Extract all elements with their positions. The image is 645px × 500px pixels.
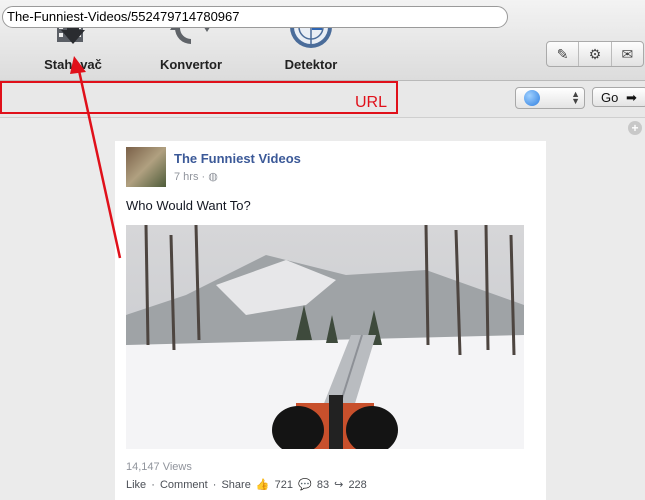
stahovac-label: Stahovač [44, 57, 102, 72]
separator-dot: · [151, 479, 155, 491]
likes-count[interactable]: 721 [275, 479, 293, 491]
select-arrows-icon: ▲ ▼ [571, 89, 580, 106]
arrow-right-icon: ➡ [625, 90, 637, 105]
like-link[interactable]: Like [126, 479, 146, 491]
separator-dot: · [212, 479, 217, 491]
video-frame-image [126, 225, 524, 449]
video-player[interactable] [126, 225, 524, 449]
share-link[interactable]: Share [221, 479, 250, 491]
go-label: Go [601, 90, 619, 105]
format-select[interactable]: ▲ ▼ [515, 87, 585, 109]
url-input[interactable]: The-Funniest-Videos/552479714780967 [2, 6, 508, 28]
post-actions: Like · Comment · Share 👍 721 💬 83 ↪ 228 [126, 478, 369, 491]
url-annotation-box [0, 81, 398, 114]
comments-count[interactable]: 83 [317, 479, 329, 491]
comment-bubble-icon: 💬 [298, 479, 312, 491]
add-tab-icon[interactable]: + [628, 121, 642, 135]
share-arrow-icon: ↪ [334, 479, 344, 491]
detektor-label: Detektor [284, 57, 338, 72]
konvertor-label: Konvertor [159, 57, 223, 72]
mini-button-group: ✎ ⚙ ✉ [546, 41, 644, 67]
user-settings-icon[interactable]: ✎ [547, 42, 578, 66]
view-count: 14,147 Views [126, 461, 192, 473]
comment-link[interactable]: Comment [160, 479, 208, 491]
thumbs-up-icon: 👍 [255, 479, 270, 491]
shares-count[interactable]: 228 [348, 479, 366, 491]
page-name-link[interactable]: The Funniest Videos [174, 151, 301, 166]
gear-icon[interactable]: ⚙ [578, 42, 610, 66]
post-time-text: 7 hrs · [174, 171, 206, 183]
url-annotation-label: URL [355, 94, 388, 111]
chat-icon[interactable]: ✉ [610, 42, 643, 66]
post-text: Who Would Want To? [126, 198, 251, 213]
globe-small-icon: ◍ [208, 171, 218, 183]
globe-icon [524, 90, 540, 106]
post-time: 7 hrs · ◍ [174, 170, 218, 183]
go-button[interactable]: Go ➡ [592, 87, 645, 107]
avatar[interactable] [126, 147, 166, 187]
